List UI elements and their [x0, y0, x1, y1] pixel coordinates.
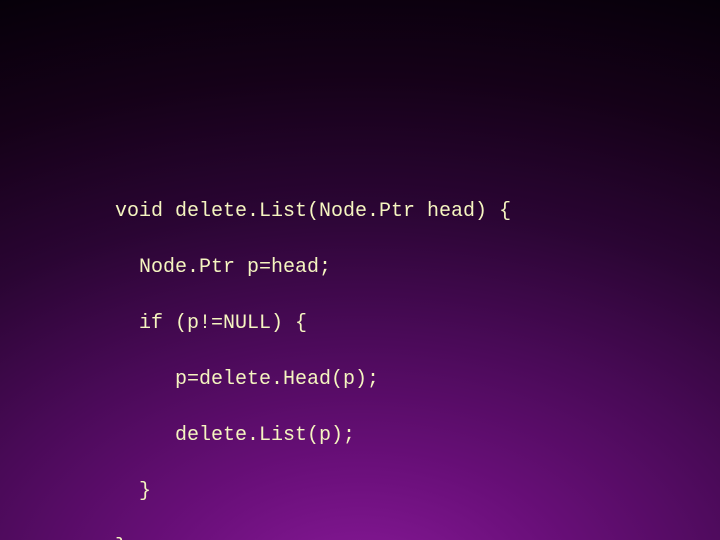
code-line: void delete.List(Node.Ptr head) { — [115, 198, 511, 226]
code-line: Node.Ptr p=head; — [115, 254, 511, 282]
code-line: if (p!=NULL) { — [115, 310, 511, 338]
code-block: void delete.List(Node.Ptr head) { Node.P… — [115, 170, 511, 540]
code-line: delete.List(p); — [115, 422, 511, 450]
code-line: p=delete.Head(p); — [115, 366, 511, 394]
code-line: } — [115, 534, 511, 540]
code-line: } — [115, 478, 511, 506]
